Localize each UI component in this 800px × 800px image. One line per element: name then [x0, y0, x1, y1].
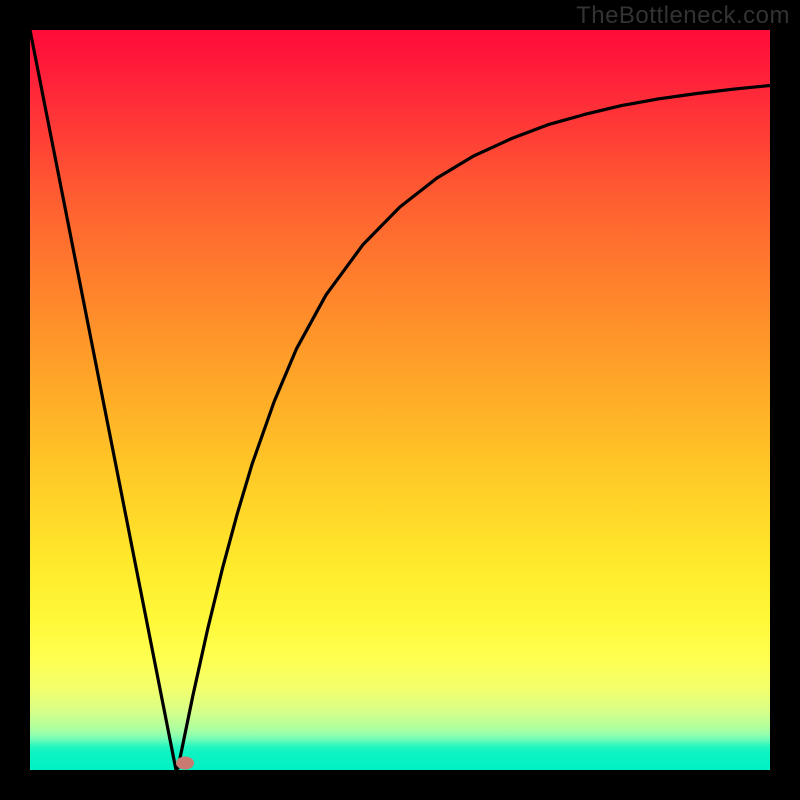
chart-frame: TheBottleneck.com — [0, 0, 800, 800]
watermark-text: TheBottleneck.com — [576, 2, 790, 30]
plot-area — [30, 30, 770, 770]
optimum-marker — [176, 756, 194, 769]
bottleneck-curve — [30, 30, 770, 770]
curve-svg — [30, 30, 770, 770]
